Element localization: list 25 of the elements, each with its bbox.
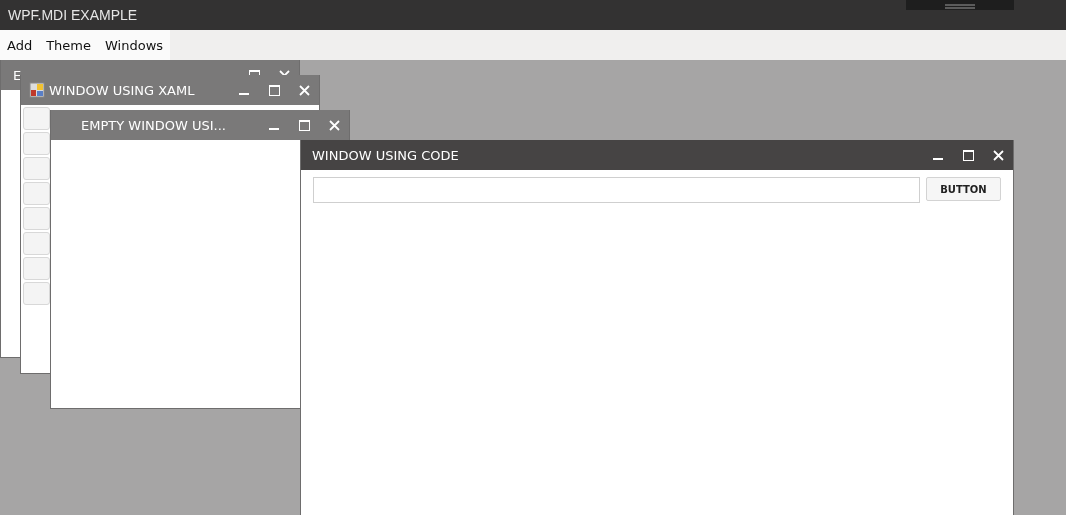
menu-item[interactable]: Theme	[39, 30, 98, 60]
window-icon	[29, 82, 45, 98]
menu-item[interactable]: Windows	[98, 30, 171, 60]
maximize-icon	[268, 84, 280, 96]
window-title: EMPTY WINDOW USI...	[81, 117, 227, 133]
window-title: WINDOW USING XAML	[49, 82, 196, 98]
window-button[interactable]: BUTTON	[926, 177, 1001, 201]
maximize-icon	[298, 119, 310, 131]
maximize-icon	[248, 70, 260, 75]
minimize-icon	[933, 157, 943, 160]
text-field[interactable]	[313, 177, 920, 203]
maximize-icon	[962, 149, 974, 161]
minimize-icon	[269, 127, 279, 130]
title-bar[interactable]: EMPTY WINDOW USI...	[51, 110, 349, 140]
close-icon	[278, 70, 290, 75]
close-icon	[328, 119, 340, 131]
title-bar[interactable]: WINDOW USING XAML	[21, 75, 319, 105]
window-title: WINDOW USING CODE	[312, 147, 460, 163]
app-title: WPF.MDI EXAMPLE	[7, 7, 138, 23]
menu-item[interactable]: Add	[0, 30, 40, 60]
window-title: E	[13, 67, 23, 83]
close-icon	[992, 149, 1004, 161]
close-icon	[298, 84, 310, 96]
title-bar[interactable]: WINDOW USING CODE	[301, 140, 1013, 170]
minimize-icon	[239, 92, 249, 95]
